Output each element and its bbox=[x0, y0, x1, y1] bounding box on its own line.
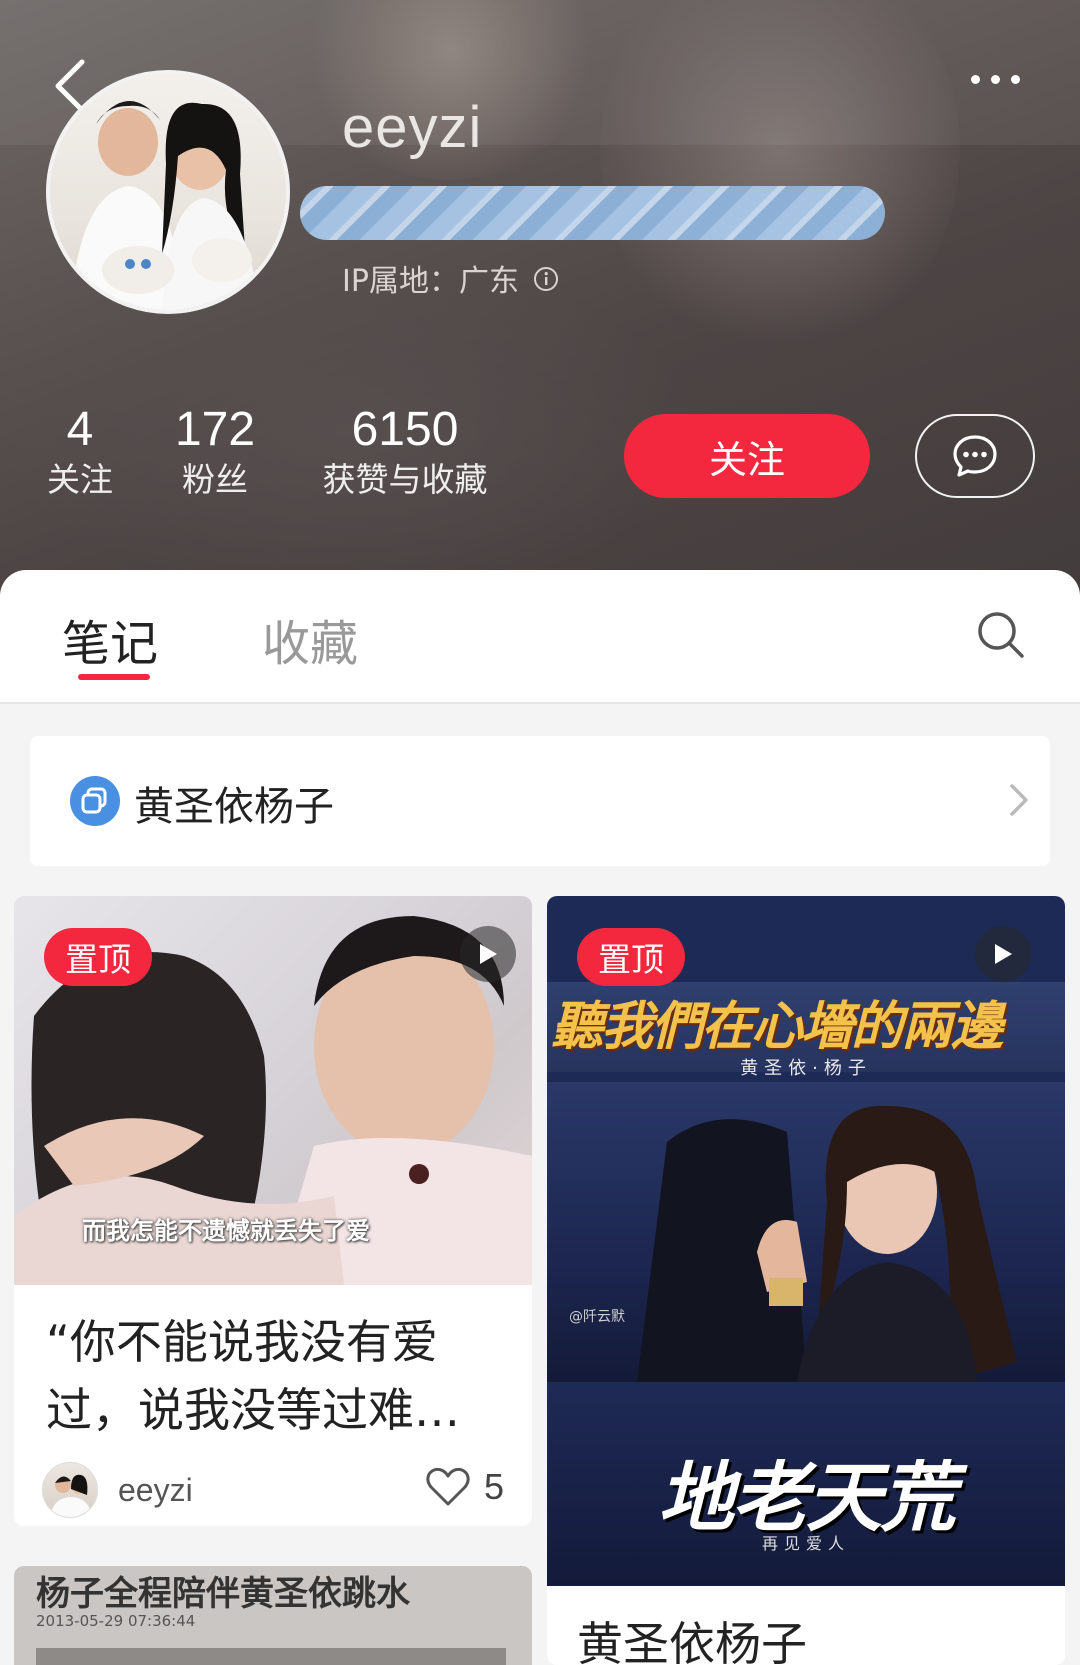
stat-likes-label: 获赞与收藏 bbox=[322, 460, 488, 499]
pinned-badge: 置顶 bbox=[577, 928, 685, 986]
stat-fans[interactable]: 172 粉丝 bbox=[172, 402, 258, 502]
note-title: “你不能说我没有爱过，说我没等过难… bbox=[46, 1315, 460, 1437]
stat-following-value: 4 bbox=[66, 403, 94, 456]
stat-likes-saves[interactable]: 6150 获赞与收藏 bbox=[312, 402, 498, 502]
profile-page: eeyzi IP属地：广东 4 关注 172 粉丝 6150 获赞与收藏 关注 bbox=[0, 0, 1080, 1665]
username: eeyzi bbox=[342, 95, 483, 160]
stat-likes-value: 6150 bbox=[351, 403, 459, 456]
active-tab-indicator bbox=[78, 674, 150, 680]
likes-count: 5 bbox=[484, 1466, 505, 1507]
note-thumbnail-title: 杨子全程陪伴黄圣依跳水 bbox=[36, 1574, 410, 1614]
note-thumbnail: 置顶 而我怎能不遗憾就丢失了爱 bbox=[14, 896, 532, 1285]
note-author[interactable]: eeyzi bbox=[42, 1462, 193, 1518]
play-icon[interactable] bbox=[460, 926, 516, 982]
avatar[interactable] bbox=[46, 70, 290, 314]
stat-fans-label: 粉丝 bbox=[182, 460, 248, 499]
author-avatar bbox=[42, 1462, 98, 1518]
tab-notes[interactable]: 笔记 bbox=[62, 604, 158, 674]
ip-location-text: IP属地：广东 bbox=[342, 264, 519, 299]
video-subtitle: 而我怎能不遗憾就丢失了爱 bbox=[82, 1217, 370, 1245]
thumbnail-big-sub: 再见爱人 bbox=[761, 1534, 850, 1553]
note-card[interactable]: 杨子全程陪伴黄圣依跳水 2013-05-29 07:36:44 bbox=[14, 1566, 532, 1665]
pinned-badge: 置顶 bbox=[44, 928, 152, 986]
redacted-bio bbox=[300, 186, 885, 240]
more-dots-icon[interactable] bbox=[965, 68, 1025, 92]
note-card[interactable]: 置顶 而我怎能不遗憾就丢失了爱 “你不能说我没有爱过，说我没等过难… eeyzi… bbox=[14, 896, 532, 1526]
collection-icon bbox=[70, 776, 120, 826]
tab-favorites[interactable]: 收藏 bbox=[262, 604, 358, 674]
chevron-right-icon bbox=[1006, 780, 1032, 820]
thumbnail-banner: 聽我們在心墻的兩邊 bbox=[551, 997, 1003, 1057]
tab-bar: 笔记 收藏 bbox=[0, 570, 1080, 704]
stat-following-label: 关注 bbox=[47, 460, 113, 499]
chat-bubble-icon bbox=[953, 435, 997, 477]
collection-label: 黄圣依杨子 bbox=[134, 784, 334, 830]
thumbnail-banner-sub: 黄圣依·杨子 bbox=[740, 1058, 872, 1079]
stat-fans-value: 172 bbox=[174, 403, 256, 456]
note-card[interactable]: 聽我們在心墻的兩邊 黄圣依·杨子 @阡云默 地老天荒 再见爱人 置顶 黄圣依杨子 bbox=[547, 896, 1065, 1665]
play-icon[interactable] bbox=[975, 926, 1031, 982]
search-icon[interactable] bbox=[976, 610, 1026, 660]
note-thumbnail: 聽我們在心墻的兩邊 黄圣依·杨子 @阡云默 地老天荒 再见爱人 置顶 bbox=[547, 896, 1065, 1586]
info-icon[interactable] bbox=[533, 265, 559, 291]
stat-following[interactable]: 4 关注 bbox=[40, 402, 120, 502]
ip-location: IP属地：广东 bbox=[342, 256, 559, 300]
like-button[interactable]: 5 bbox=[426, 1466, 504, 1508]
author-name: eeyzi bbox=[118, 1471, 193, 1508]
message-button[interactable] bbox=[915, 414, 1035, 498]
note-thumbnail-date: 2013-05-29 07:36:44 bbox=[36, 1612, 196, 1630]
profile-header: eeyzi IP属地：广东 4 关注 172 粉丝 6150 获赞与收藏 关注 bbox=[0, 0, 1080, 600]
note-title: 黄圣依杨子 bbox=[577, 1617, 807, 1665]
collection-entry[interactable]: 黄圣依杨子 bbox=[30, 736, 1050, 866]
heart-icon bbox=[426, 1467, 470, 1506]
follow-button[interactable]: 关注 bbox=[624, 414, 870, 498]
thumbnail-watermark: @阡云默 bbox=[569, 1309, 625, 1325]
